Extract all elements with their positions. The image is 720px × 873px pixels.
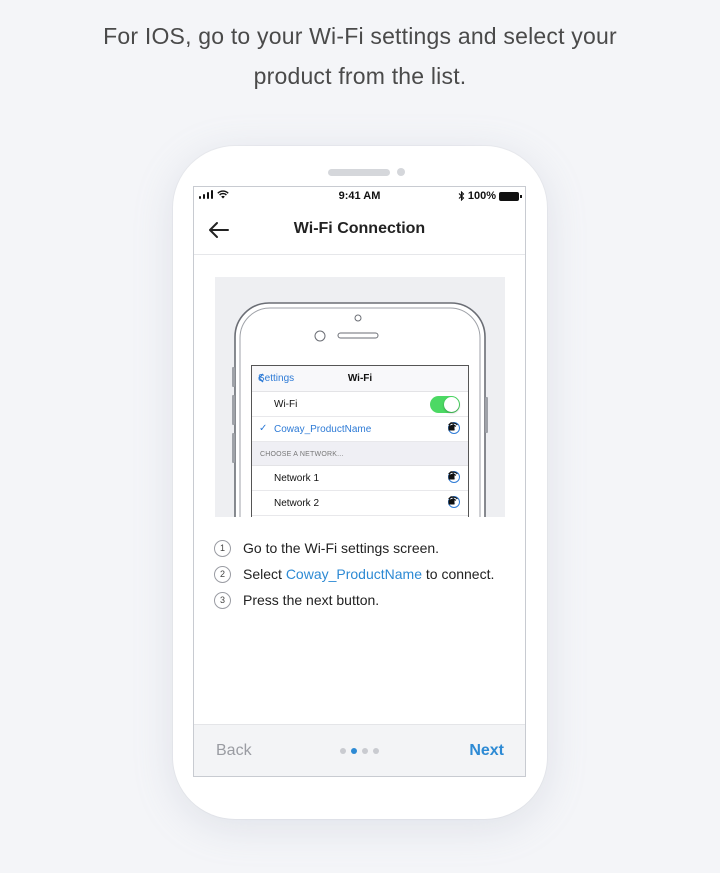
page-dot: [340, 748, 346, 754]
phone-screen: 9:41 AM 100% Wi-Fi Connection Settings W…: [193, 186, 526, 777]
app-bar: Wi-Fi Connection: [194, 205, 525, 255]
step-text: Press the next button.: [243, 592, 380, 608]
phone-camera: [397, 168, 405, 176]
page-indicator: [340, 748, 379, 754]
settings-nav: Settings Wi-Fi: [252, 366, 468, 392]
wifi-icon: [448, 471, 458, 479]
connected-network-row: ✓ Coway_ProductName i: [252, 417, 468, 442]
wifi-label: Wi-Fi: [274, 399, 298, 410]
network-name: Network 1: [274, 473, 320, 484]
page-dot-active: [351, 748, 357, 754]
checkmark-icon: ✓: [259, 423, 268, 434]
wifi-toggle-row: Wi-Fi: [252, 392, 468, 417]
choose-network-header: CHOOSE A NETWORK...: [252, 442, 468, 466]
instruction-steps: 1 Go to the Wi-Fi settings screen. 2 Sel…: [214, 535, 514, 613]
page-title: Wi-Fi Connection: [293, 220, 426, 237]
wifi-settings-illustration: Settings Wi-Fi Wi-Fi ✓ Coway_ProductName…: [215, 277, 505, 517]
battery-percent: 100%: [467, 190, 496, 202]
headline-line-1: For IOS, go to your Wi-Fi settings and s…: [103, 23, 617, 49]
step-number: 1: [214, 539, 231, 557]
step-number: 3: [214, 591, 231, 609]
step-item: 3 Press the next button.: [214, 587, 514, 613]
network-icons: i: [448, 422, 460, 434]
choose-network-label: CHOOSE A NETWORK...: [260, 451, 344, 458]
step-number: 2: [214, 565, 231, 583]
network-row: Network 1 i: [252, 466, 468, 491]
step-item: 2 Select Coway_ProductName to connect.: [214, 561, 514, 587]
connected-network-name: Coway_ProductName: [274, 424, 372, 435]
step-text: Go to the Wi-Fi settings screen.: [243, 540, 440, 556]
wifi-icon: [448, 422, 458, 430]
bluetooth-icon: [458, 191, 465, 201]
next-button[interactable]: Next: [469, 742, 504, 760]
step-item: 1 Go to the Wi-Fi settings screen.: [214, 535, 514, 561]
network-row: Network 2 i: [252, 491, 468, 516]
settings-title: Wi-Fi: [347, 373, 373, 384]
status-right: 100%: [458, 190, 522, 202]
phone-speaker: [328, 169, 390, 176]
page-dot: [362, 748, 368, 754]
network-icons: i: [448, 496, 460, 508]
step-text-suffix: to connect.: [421, 566, 495, 582]
footer-bar: Back Next: [194, 724, 525, 776]
step-text: Select: [243, 566, 286, 582]
wifi-icon: [448, 496, 458, 504]
back-button[interactable]: Back: [216, 742, 252, 760]
illustration-settings-screen: Settings Wi-Fi Wi-Fi ✓ Coway_ProductName…: [251, 365, 469, 517]
product-name-highlight: Coway_ProductName: [285, 566, 422, 582]
wifi-toggle: [430, 396, 460, 413]
instruction-headline: For IOS, go to your Wi-Fi settings and s…: [0, 16, 720, 96]
phone-mockup: 9:41 AM 100% Wi-Fi Connection Settings W…: [173, 146, 547, 819]
battery-icon: [499, 191, 522, 201]
page-dot: [373, 748, 379, 754]
status-bar: 9:41 AM 100%: [194, 187, 525, 205]
network-name: Network 2: [274, 498, 320, 509]
network-icons: i: [448, 471, 460, 483]
headline-line-2: product from the list.: [253, 63, 467, 89]
